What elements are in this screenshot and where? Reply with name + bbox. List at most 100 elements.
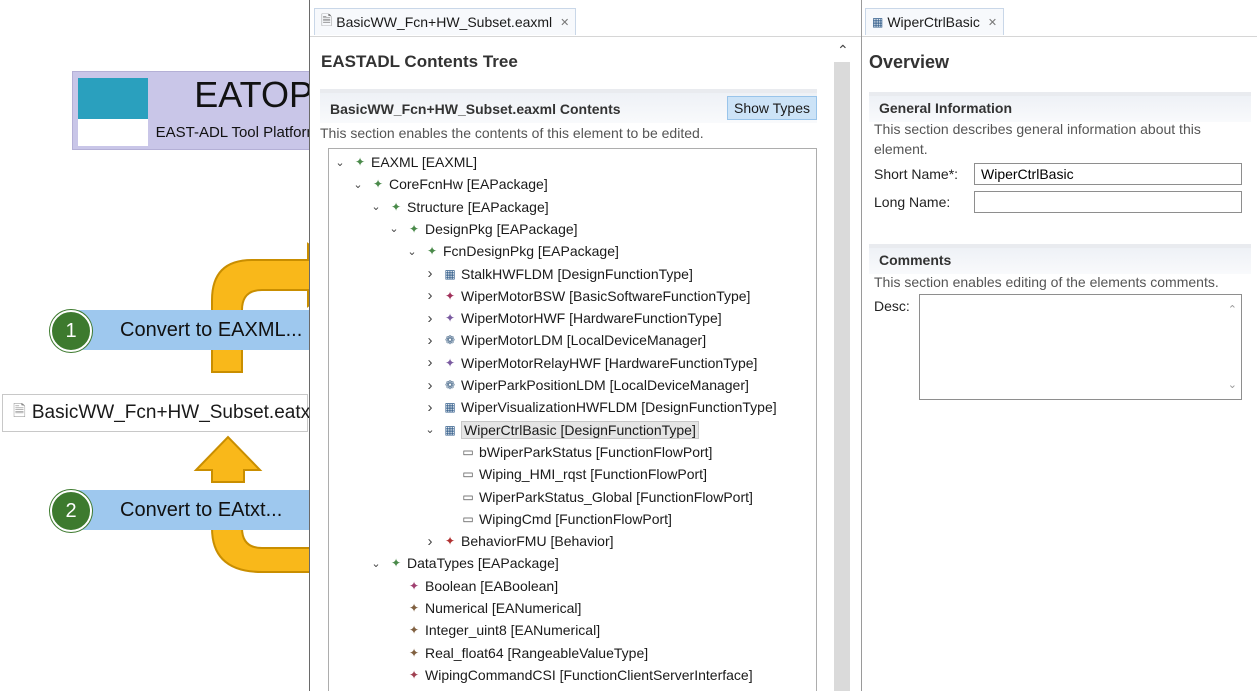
tab-wiperctrlbasic[interactable]: ▦ WiperCtrlBasic ✕ xyxy=(865,8,1005,35)
close-icon[interactable]: ✕ xyxy=(560,16,569,29)
tree-node[interactable]: ⌄ ✦ Structure [EAPackage] xyxy=(369,197,549,217)
tab-eaxml-file[interactable]: 🗎 BasicWW_Fcn+HW_Subset.eaxml ✕ xyxy=(314,8,577,35)
hardware-function-icon: ✦ xyxy=(444,355,456,370)
datatype-icon: ✦ xyxy=(408,623,420,638)
tree-node[interactable]: › ❁ WiperParkPositionLDM [LocalDeviceManag… xyxy=(423,375,749,395)
chevron-right-icon[interactable]: › xyxy=(423,332,437,349)
chevron-down-icon[interactable]: ⌄ xyxy=(423,423,437,436)
tree-node[interactable]: ⌄ ✦ DesignPkg [EAPackage] xyxy=(387,219,577,239)
desc-label: Desc: xyxy=(874,298,910,314)
tree-node-label: WiperMotorBSW [BasicSoftwareFunctionType… xyxy=(461,287,751,304)
chevron-down-icon[interactable]: ⌄ xyxy=(351,178,365,191)
tree-node[interactable]: ▭ WipingCmd [FunctionFlowPort] xyxy=(441,509,672,529)
tree-node-label: FcnDesignPkg [EAPackage] xyxy=(443,243,619,260)
package-icon: ✦ xyxy=(354,155,366,169)
package-icon: ✦ xyxy=(426,244,438,259)
overview-title: Overview xyxy=(869,52,950,72)
tree-node[interactable]: ✦ Real_float64 [RangeableValueType] xyxy=(387,643,648,663)
chevron-right-icon[interactable]: › xyxy=(423,265,437,282)
chevron-right-icon[interactable]: › xyxy=(423,399,437,416)
tree-node[interactable]: ✦ Boolean [EABoolean] xyxy=(387,576,558,596)
vertical-scrollbar[interactable] xyxy=(834,62,850,691)
tree-node-label: WiperMotorHWF [HardwareFunctionType] xyxy=(461,310,722,327)
flow-port-icon: ▭ xyxy=(462,467,474,482)
chevron-right-icon[interactable]: › xyxy=(423,287,437,304)
tree-node[interactable]: ⌄ ✦ CoreFcnHw [EAPackage] xyxy=(351,174,547,194)
contents-section-header: BasicWW_Fcn+HW_Subset.eaxml Contents Sho… xyxy=(320,89,817,123)
chevron-right-icon[interactable]: › xyxy=(423,354,437,371)
tree-node[interactable]: ✦ Numerical [EANumerical] xyxy=(387,598,581,618)
convert-to-eaxml-label: Convert to EAXML... xyxy=(120,318,303,341)
tree-node[interactable]: › ▦ WiperVisualizationHWFLDM [DesignFuncti… xyxy=(423,397,777,417)
chevron-down-icon[interactable]: ⌄ xyxy=(405,245,419,258)
interface-icon: ✦ xyxy=(408,667,420,682)
tree-node-label: WipingCommandCSI [FunctionClientServerIn… xyxy=(425,666,753,683)
chevron-down-icon[interactable]: ⌄ xyxy=(333,156,347,169)
flow-port-icon: ▭ xyxy=(462,489,474,504)
chevron-down-icon[interactable]: ⌄ xyxy=(369,200,383,213)
close-icon[interactable]: ✕ xyxy=(988,16,997,29)
tree-node-label: StalkHWFLDM [DesignFunctionType] xyxy=(461,265,693,282)
step-2-badge: 2 xyxy=(50,490,92,532)
chevron-down-icon[interactable]: ⌄ xyxy=(387,222,401,235)
scroll-up-icon[interactable]: ⌃ xyxy=(837,42,849,59)
chevron-right-icon[interactable]: › xyxy=(423,377,437,394)
tree-node-label: WiperParkPositionLDM [LocalDeviceManager… xyxy=(461,377,749,393)
behavior-icon: ✦ xyxy=(444,534,456,549)
show-types-button[interactable]: Show Types xyxy=(726,96,817,120)
tree-node-label: Real_float64 [RangeableValueType] xyxy=(425,644,649,661)
tree-node[interactable]: › ✦ WiperMotorBSW [BasicSoftwareFunctionTy… xyxy=(423,286,751,306)
tree-node[interactable]: › ❁ WiperMotorLDM [LocalDeviceManager] xyxy=(423,330,707,350)
chevron-right-icon[interactable]: › xyxy=(423,533,437,550)
hardware-function-icon: ✦ xyxy=(444,311,456,326)
tree-node[interactable]: ⌄ ✦ EAXML [EAXML] xyxy=(333,152,477,172)
tree-node[interactable]: › ▦ StalkHWFLDM [DesignFunctionType] xyxy=(423,264,693,284)
tree-node[interactable]: › ✦ WiperMotorRelayHWF [HardwareFunctionTy… xyxy=(423,353,758,373)
tree-node[interactable]: ✦ WipingCommandCSI [FunctionClientServerI… xyxy=(387,665,753,685)
tree-node-label: Numerical [EANumerical] xyxy=(425,600,582,616)
tree-node[interactable]: ⌄ ✦ DataTypes [EAPackage] xyxy=(369,553,558,573)
general-information-desc: This section describes general informati… xyxy=(874,121,1201,157)
tree-node-label: WiperMotorRelayHWF [HardwareFunctionType… xyxy=(461,354,758,371)
design-function-icon: ▦ xyxy=(444,422,456,437)
tree-node[interactable]: ✦ Integer_uint8 [EANumerical] xyxy=(387,620,600,640)
long-name-input[interactable] xyxy=(974,191,1242,213)
tree-node-label: WiperMotorLDM [LocalDeviceManager] xyxy=(461,332,707,349)
scroll-down-icon[interactable]: ⌄ xyxy=(1228,378,1237,391)
tree-node-label: WiperVisualizationHWFLDM [DesignFunction… xyxy=(461,399,777,416)
chevron-right-icon[interactable]: › xyxy=(423,310,437,327)
tree-node-label: Wiping_HMI_rqst [FunctionFlowPort] xyxy=(479,466,707,483)
eatxt-file-item[interactable]: 🗎 BasicWW_Fcn+HW_Subset.eatxt xyxy=(2,394,315,432)
design-function-icon: ▦ xyxy=(444,266,456,281)
package-icon: ✦ xyxy=(408,221,420,236)
convert-to-eaxml-button[interactable]: 1 Convert to EAXML... xyxy=(50,310,310,352)
tree-node[interactable]: › ✦ BehaviorFMU [Behavior] xyxy=(423,531,614,551)
desc-textarea[interactable]: ⌃ ⌄ xyxy=(919,294,1242,400)
tree-node[interactable]: ▭ WiperParkStatus_Global [FunctionFlowPor… xyxy=(441,487,753,507)
text-file-icon: 🗎 xyxy=(13,402,26,420)
tree-node[interactable]: ⌄ ▦ WiperCtrlBasic [DesignFunctionType] xyxy=(423,420,699,440)
package-icon: ✦ xyxy=(390,556,402,571)
arrow-up-icon xyxy=(193,435,263,483)
comments-desc: This section enables editing of the elem… xyxy=(874,274,1219,290)
datatype-boolean-icon: ✦ xyxy=(408,578,420,593)
tree-node[interactable]: ⌄ ✦ FcnDesignPkg [EAPackage] xyxy=(405,241,619,261)
contents-section-title: BasicWW_Fcn+HW_Subset.eaxml Contents xyxy=(330,101,621,117)
tree-node[interactable]: ▭ bWiperParkStatus [FunctionFlowPort] xyxy=(441,442,712,462)
tree-node-label: Boolean [EABoolean] xyxy=(425,577,559,594)
short-name-input[interactable] xyxy=(974,163,1242,185)
convert-to-eatxt-button[interactable]: 2 Convert to EAtxt... xyxy=(50,490,310,532)
contents-tree[interactable]: ⌄ ✦ EAXML [EAXML] ⌄ ✦ CoreFcnHw [EAPackage] ⌄ ✦… xyxy=(328,148,817,691)
tree-node-label: WipingCmd [FunctionFlowPort] xyxy=(479,510,672,527)
scroll-up-icon[interactable]: ⌃ xyxy=(1228,303,1237,316)
contents-section-desc: This section enables the contents of thi… xyxy=(320,125,704,141)
editor-tab-bar-right: ▦ WiperCtrlBasic ✕ xyxy=(862,0,1257,37)
convert-to-eatxt-label: Convert to EAtxt... xyxy=(120,498,283,521)
tree-node[interactable]: ▭ Wiping_HMI_rqst [FunctionFlowPort] xyxy=(441,464,707,484)
datatype-icon: ✦ xyxy=(408,601,420,615)
tree-node-label: Structure [EAPackage] xyxy=(407,198,549,215)
editor-tab-bar: 🗎 BasicWW_Fcn+HW_Subset.eaxml ✕ xyxy=(310,0,862,37)
local-device-icon: ❁ xyxy=(444,333,456,348)
tree-node[interactable]: › ✦ WiperMotorHWF [HardwareFunctionType] xyxy=(423,308,722,328)
chevron-down-icon[interactable]: ⌄ xyxy=(369,557,383,570)
